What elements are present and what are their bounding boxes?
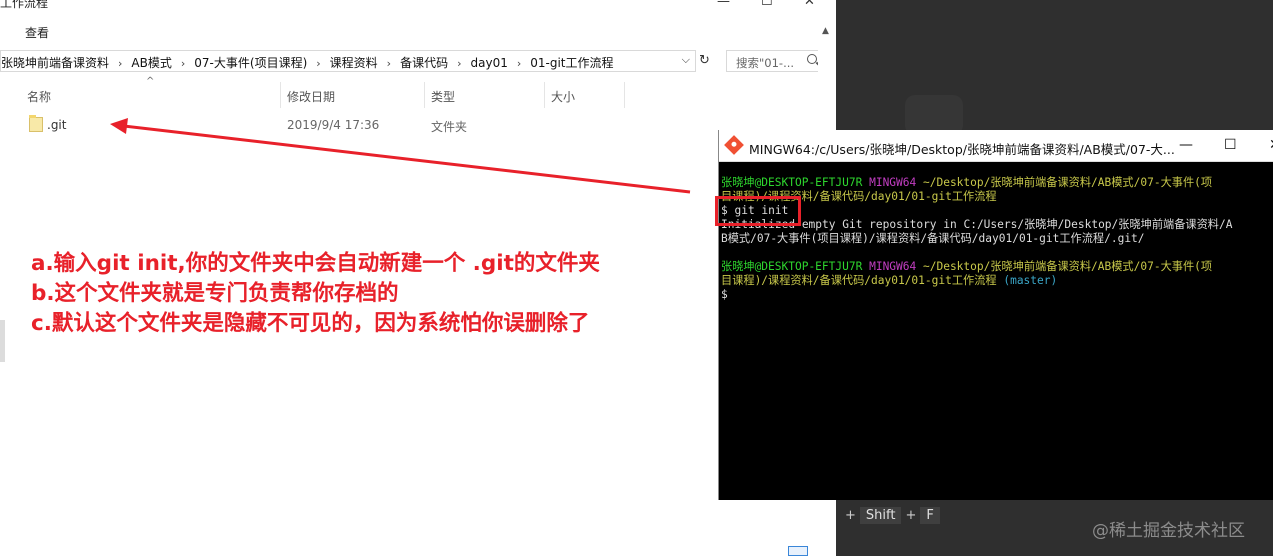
shift-key: Shift [859, 507, 902, 524]
plus-sign: + [905, 508, 917, 523]
annotation-arrow [110, 118, 691, 194]
shortcut-hint: + Shift + F [845, 507, 944, 524]
plus-sign: + [845, 508, 856, 523]
watermark: @稀土掘金技术社区 [1092, 521, 1245, 541]
f-key: F [920, 507, 940, 524]
